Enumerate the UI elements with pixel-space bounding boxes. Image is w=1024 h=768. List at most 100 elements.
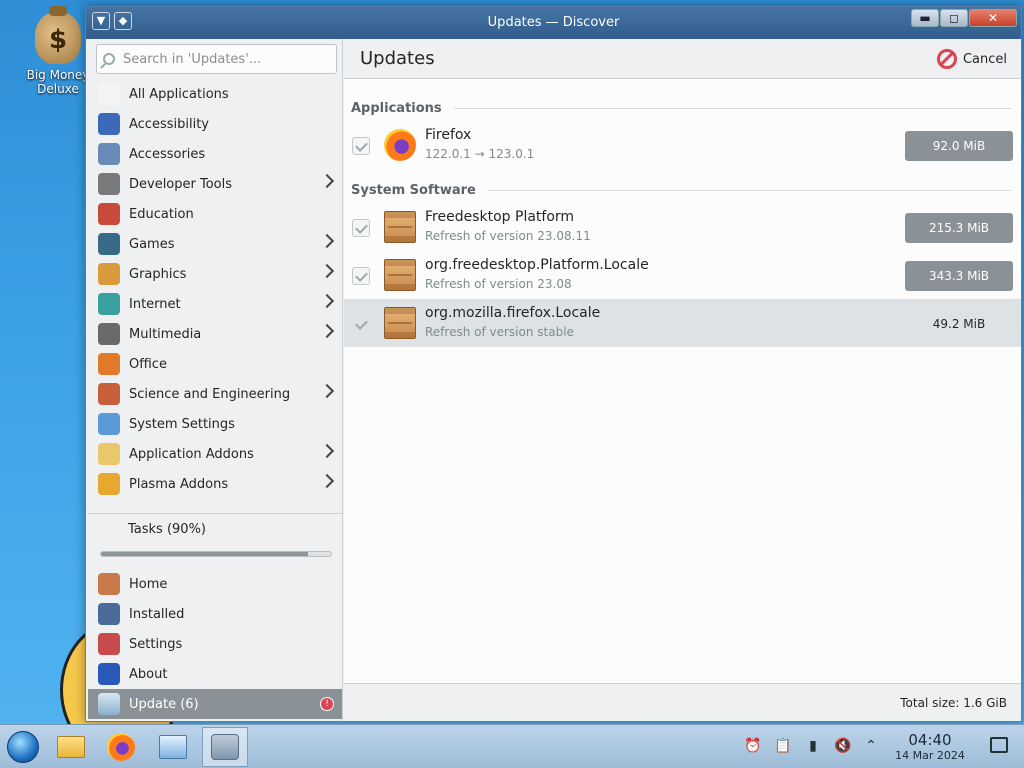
discover-window: ▼ ◆ Updates — Discover ▬ ◻ ✕ All Applica… [85, 6, 1022, 722]
show-desktop-icon[interactable] [990, 737, 1008, 753]
update-size: 49.2 MiB [932, 317, 986, 331]
cancel-button[interactable]: Cancel [936, 49, 1007, 69]
sidebar-item-nav[interactable]: Settings [88, 629, 342, 659]
maximize-button[interactable]: ◻ [940, 9, 968, 27]
taskbar-firefox[interactable] [98, 727, 144, 767]
chevron-right-icon [319, 383, 335, 399]
package-icon [384, 211, 416, 243]
update-checkbox[interactable] [352, 267, 370, 285]
update-row[interactable]: Freedesktop Platform Refresh of version 2… [344, 203, 1021, 251]
home-icon [98, 573, 120, 595]
sidebar-item-category[interactable]: System Settings [88, 409, 342, 439]
sidebar-item-label: Application Addons [129, 446, 254, 462]
chevron-right-icon [319, 293, 335, 309]
sidebar-item-category[interactable]: Application Addons [88, 439, 342, 469]
taskbar-file-manager[interactable] [48, 727, 94, 767]
clipboard-icon[interactable]: 📋 [774, 737, 792, 755]
sidebar-item-label: Settings [129, 636, 183, 652]
developer-tools-icon [98, 173, 120, 195]
sidebar-item-category[interactable]: Internet [88, 289, 342, 319]
money-bag-icon: $ [35, 6, 81, 64]
office-icon [98, 353, 120, 375]
sidebar-item-category[interactable]: Office [88, 349, 342, 379]
update-description: Refresh of version stable [425, 325, 574, 339]
total-size: Total size: 1.6 GiB [900, 696, 1007, 710]
sidebar-item-category[interactable]: Graphics [88, 259, 342, 289]
sidebar-item-category[interactable]: Accessibility [88, 109, 342, 139]
sidebar-item-category[interactable]: All Applications [88, 79, 342, 109]
sidebar-item-label: Developer Tools [129, 176, 233, 192]
chevron-right-icon [319, 443, 335, 459]
update-name: org.mozilla.firefox.Locale [425, 305, 601, 321]
firefox-icon [107, 733, 135, 761]
start-button[interactable] [0, 727, 46, 767]
alarm-icon[interactable]: ⏰ [744, 737, 762, 755]
about-icon [98, 663, 120, 685]
sidebar-item-label: System Settings [129, 416, 235, 432]
update-description: Refresh of version 23.08.11 [425, 229, 591, 243]
update-size: 215.3 MiB [905, 213, 1013, 243]
update-checkbox[interactable] [352, 315, 370, 333]
education-icon [98, 203, 120, 225]
update-row[interactable]: Firefox 122.0.1 → 123.0.1 92.0 MiB [344, 121, 1021, 169]
tasks-progress-bar [100, 551, 332, 557]
sidebar-item-category[interactable]: Developer Tools [88, 169, 342, 199]
update-icon [98, 693, 120, 715]
sidebar-item-category[interactable]: Science and Engineering [88, 379, 342, 409]
page-header: Updates Cancel [344, 39, 1021, 79]
update-description: 122.0.1 → 123.0.1 [425, 147, 535, 161]
sidebar-item-category[interactable]: Games [88, 229, 342, 259]
search-input[interactable] [123, 51, 323, 67]
sidebar-item-label: Science and Engineering [129, 386, 291, 402]
tray-expand-icon[interactable]: ⌃ [862, 737, 880, 755]
sidebar-item-label: Plasma Addons [129, 476, 229, 492]
title-bar[interactable]: ▼ ◆ Updates — Discover ▬ ◻ ✕ [86, 7, 1021, 39]
sidebar-item-label: Installed [129, 606, 185, 622]
chevron-right-icon [319, 263, 335, 279]
sidebar-item-nav[interactable]: Home [88, 569, 342, 599]
sidebar-item-nav[interactable]: About [88, 659, 342, 689]
start-orb-icon [7, 731, 39, 763]
chevron-right-icon [319, 173, 335, 189]
section-label: Applications [351, 101, 442, 116]
update-row[interactable]: org.mozilla.firefox.Locale Refresh of ver… [344, 299, 1021, 347]
update-name: Firefox [425, 127, 472, 143]
sidebar-item-category[interactable]: Education [88, 199, 342, 229]
firefox-icon [384, 129, 416, 161]
volume-muted-icon[interactable]: 🔇 [834, 737, 852, 755]
search-icon [103, 53, 115, 65]
sidebar-item-nav[interactable]: Installed [88, 599, 342, 629]
battery-icon[interactable]: ▮ [804, 737, 822, 755]
clock-date: 14 Mar 2024 [895, 749, 965, 762]
package-icon [384, 259, 416, 291]
sidebar-item-category[interactable]: Plasma Addons [88, 469, 342, 499]
sidebar-item-category[interactable]: Accessories [88, 139, 342, 169]
sidebar-item-label: Multimedia [129, 326, 202, 342]
sidebar-item-category[interactable]: Multimedia [88, 319, 342, 349]
cancel-icon [936, 49, 957, 69]
sidebar-item-label: Update (6) [129, 696, 199, 712]
update-size: 92.0 MiB [905, 131, 1013, 161]
update-checkbox[interactable] [352, 137, 370, 155]
section-label: System Software [351, 183, 476, 198]
clock[interactable]: 04:40 14 Mar 2024 [890, 731, 970, 762]
section-divider [453, 108, 1011, 109]
nav-list: Home Installed Settings About [88, 569, 342, 689]
close-button[interactable]: ✕ [969, 9, 1017, 27]
plasma-addons-icon [98, 473, 120, 495]
taskbar-discover[interactable] [202, 727, 248, 767]
main-panel: Updates Cancel Applications Firefox 122.0… [344, 39, 1021, 721]
taskbar: ⏰ 📋 ▮ 🔇 ⌃ 04:40 14 Mar 2024 [0, 724, 1024, 768]
minimize-button[interactable]: ▬ [911, 9, 939, 27]
search-field[interactable] [96, 44, 337, 74]
update-checkbox[interactable] [352, 219, 370, 237]
section-system-software: System Software [351, 183, 1011, 198]
system-settings-icon [98, 413, 120, 435]
grid-icon [98, 83, 120, 105]
sidebar-item-label: Accessories [129, 146, 206, 162]
section-divider [487, 190, 1011, 191]
update-row[interactable]: org.freedesktop.Platform.Locale Refresh o… [344, 251, 1021, 299]
taskbar-system-settings[interactable] [150, 727, 196, 767]
sidebar-item-update[interactable]: Update (6) ! [88, 689, 342, 719]
update-name: Freedesktop Platform [425, 209, 575, 225]
